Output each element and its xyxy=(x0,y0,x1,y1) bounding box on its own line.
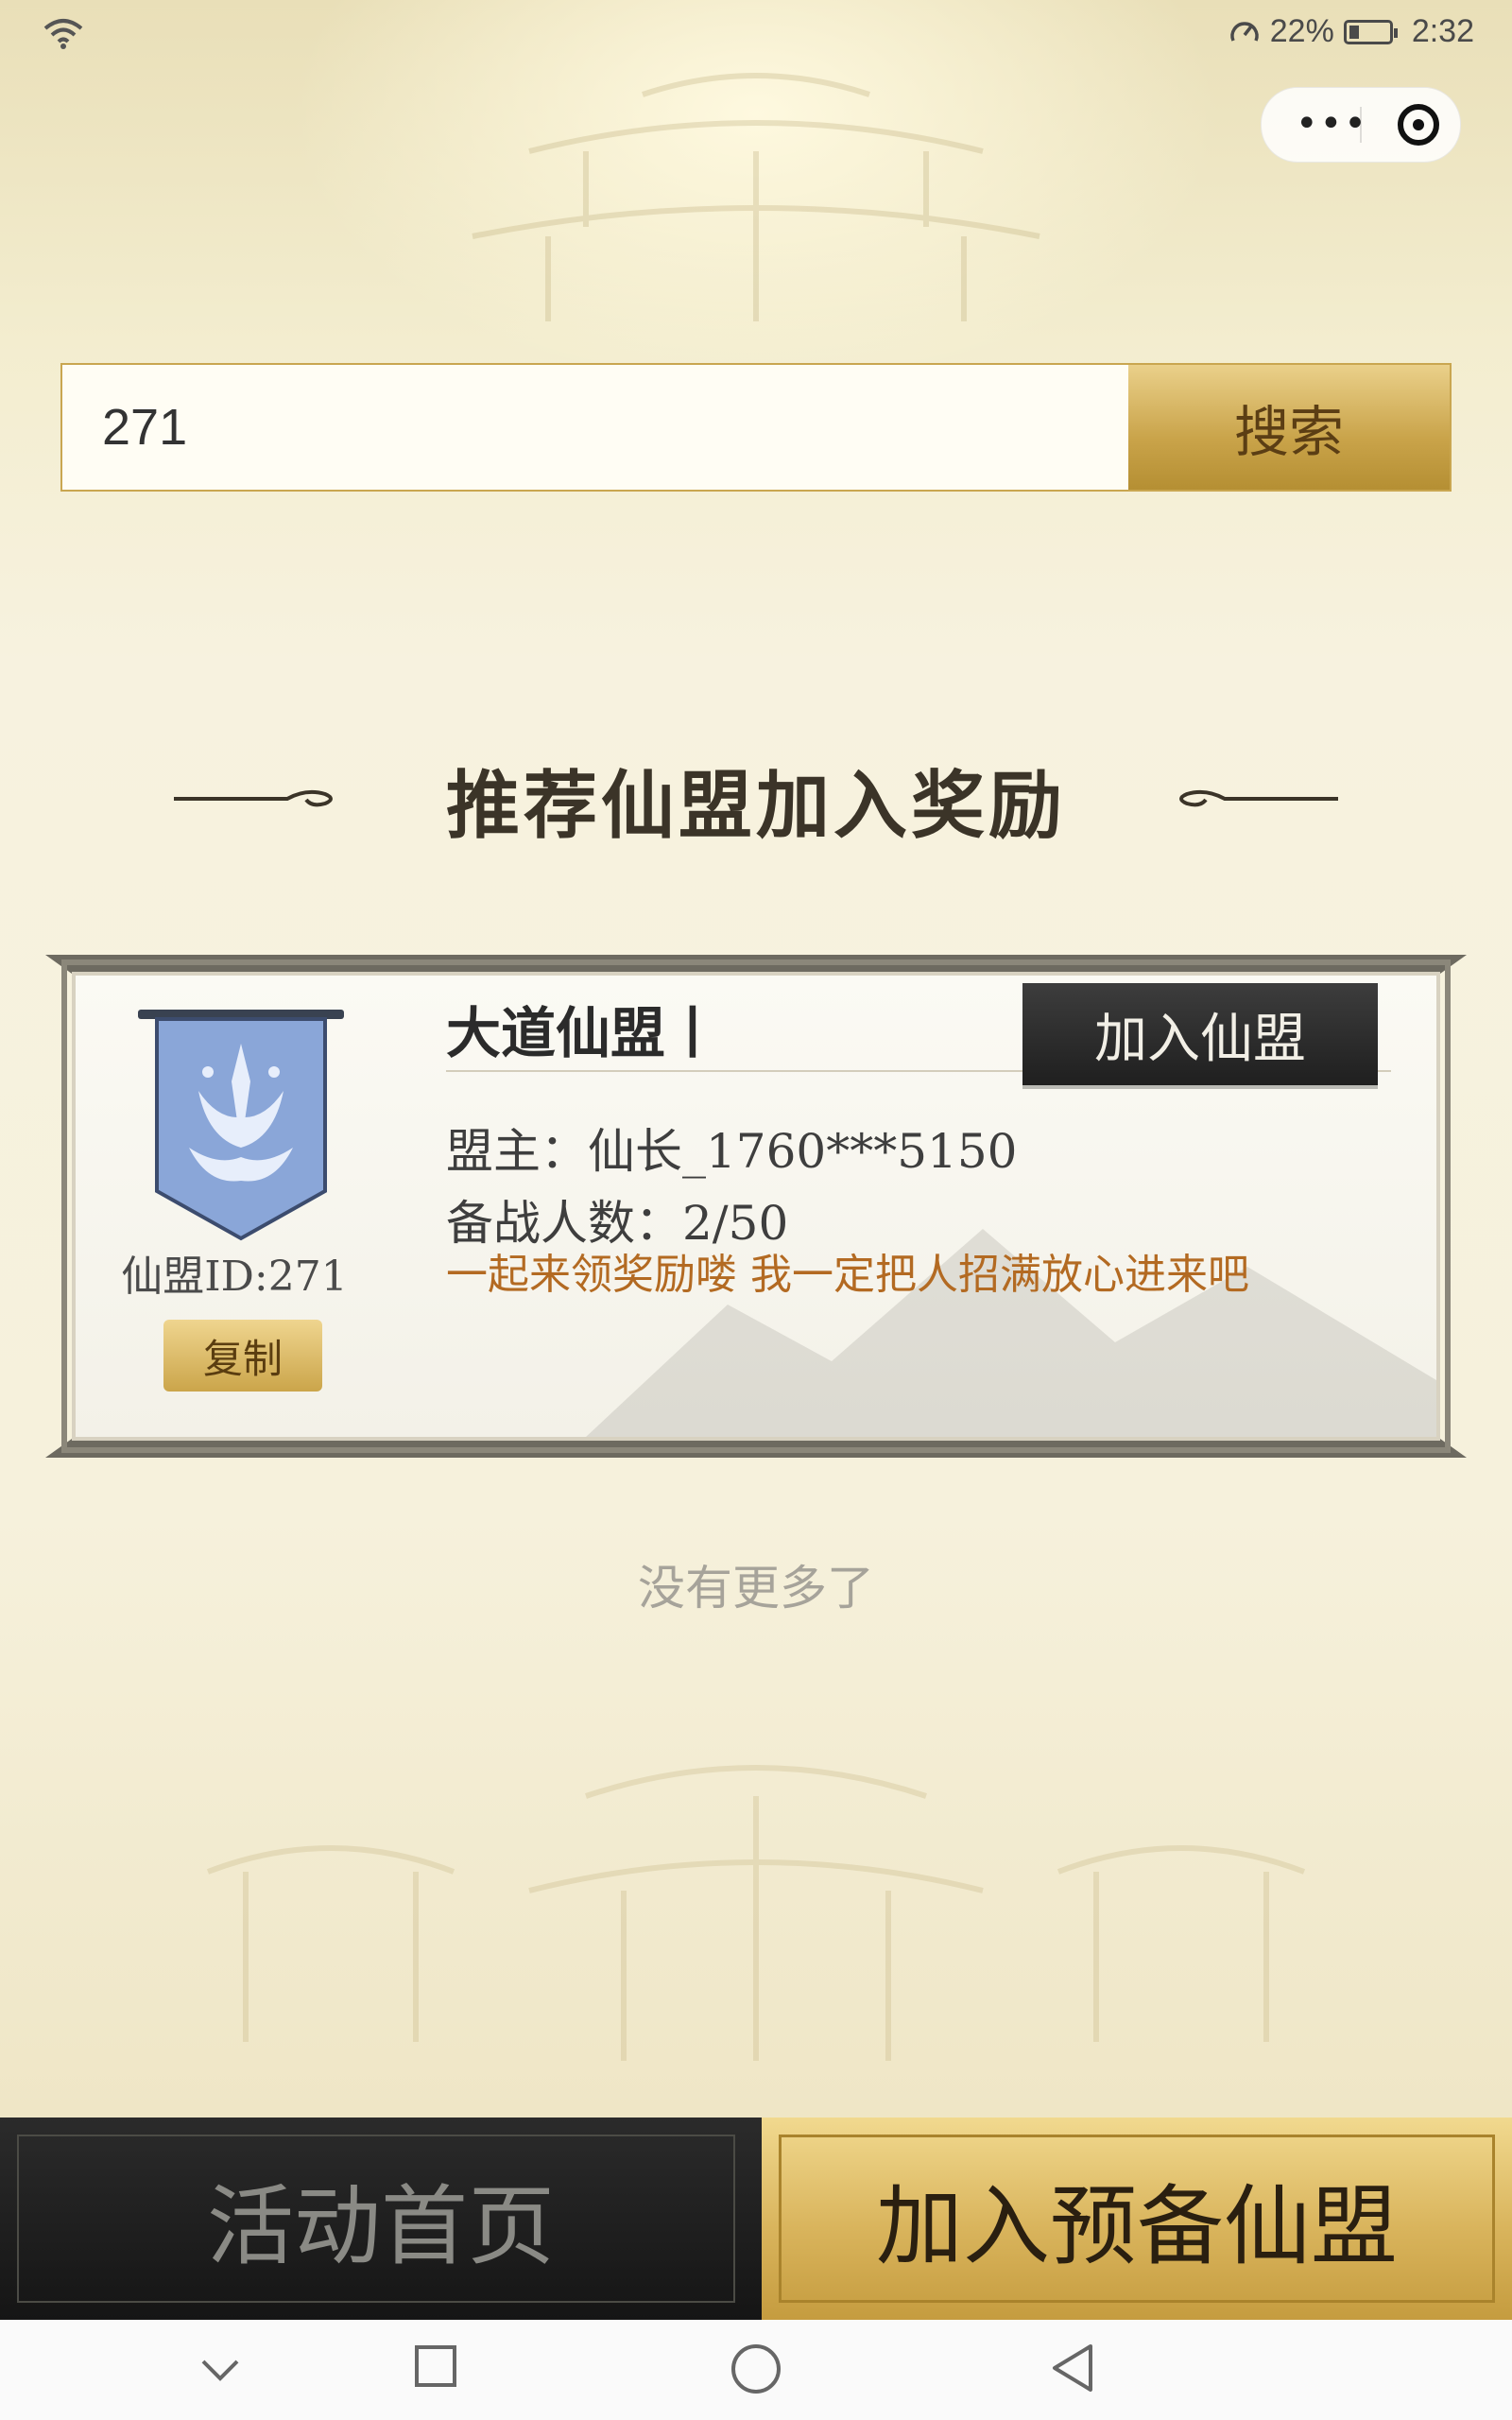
copy-id-button[interactable]: 复制 xyxy=(163,1320,322,1392)
right-ornament-icon xyxy=(1179,789,1338,807)
activity-home-button[interactable]: 活动首页 xyxy=(0,2118,762,2320)
join-alliance-button[interactable]: 加入仙盟 xyxy=(1022,983,1378,1085)
alliance-name: 大道仙盟丨 xyxy=(446,1001,721,1065)
capsule-divider xyxy=(1360,107,1362,143)
section-header: 推荐仙盟加入奖励 xyxy=(0,737,1512,851)
square-icon[interactable] xyxy=(414,2344,457,2388)
alliance-card: 仙盟ID:271 复制 大道仙盟丨 加入仙盟 盟主：仙长_1760***5150… xyxy=(45,951,1467,1461)
alliance-id-label: 仙盟ID:271 xyxy=(121,1253,348,1301)
back-triangle-icon[interactable] xyxy=(1051,2342,1094,2394)
wifi-icon xyxy=(43,19,83,49)
clock-time: 2:32 xyxy=(1411,13,1474,49)
chevron-down-icon[interactable] xyxy=(200,2358,240,2382)
battery-percent: 22% xyxy=(1269,13,1334,49)
battery-icon xyxy=(1343,19,1398,44)
pagoda-top-decoration xyxy=(472,73,1040,321)
search-input[interactable] xyxy=(62,365,1130,490)
search-button[interactable]: 搜索 xyxy=(1128,365,1450,490)
pagoda-bottom-decoration xyxy=(206,1765,1306,2061)
alliance-leader: 盟主：仙长_1760***5150 xyxy=(446,1124,1018,1179)
bottom-action-bar: 活动首页 加入预备仙盟 xyxy=(0,2118,1512,2320)
more-dots-icon[interactable]: ••• xyxy=(1296,105,1368,143)
speedometer-icon xyxy=(1230,21,1259,42)
close-target-icon[interactable] xyxy=(1398,104,1439,146)
system-nav-bar xyxy=(0,2320,1512,2420)
circle-icon[interactable] xyxy=(730,2342,782,2395)
search-bar: 搜索 xyxy=(60,363,1452,492)
status-bar: 22% 2:32 xyxy=(0,0,1512,68)
alliance-banner-emblem xyxy=(138,1010,344,1241)
list-end-text: 没有更多了 xyxy=(638,1561,874,1616)
alliance-slogan: 一起来领奖励喽 我一定把人招满放心进来吧 xyxy=(446,1251,1249,1299)
join-reserve-alliance-button[interactable]: 加入预备仙盟 xyxy=(762,2118,1512,2320)
miniprogram-capsule: ••• xyxy=(1261,87,1461,163)
